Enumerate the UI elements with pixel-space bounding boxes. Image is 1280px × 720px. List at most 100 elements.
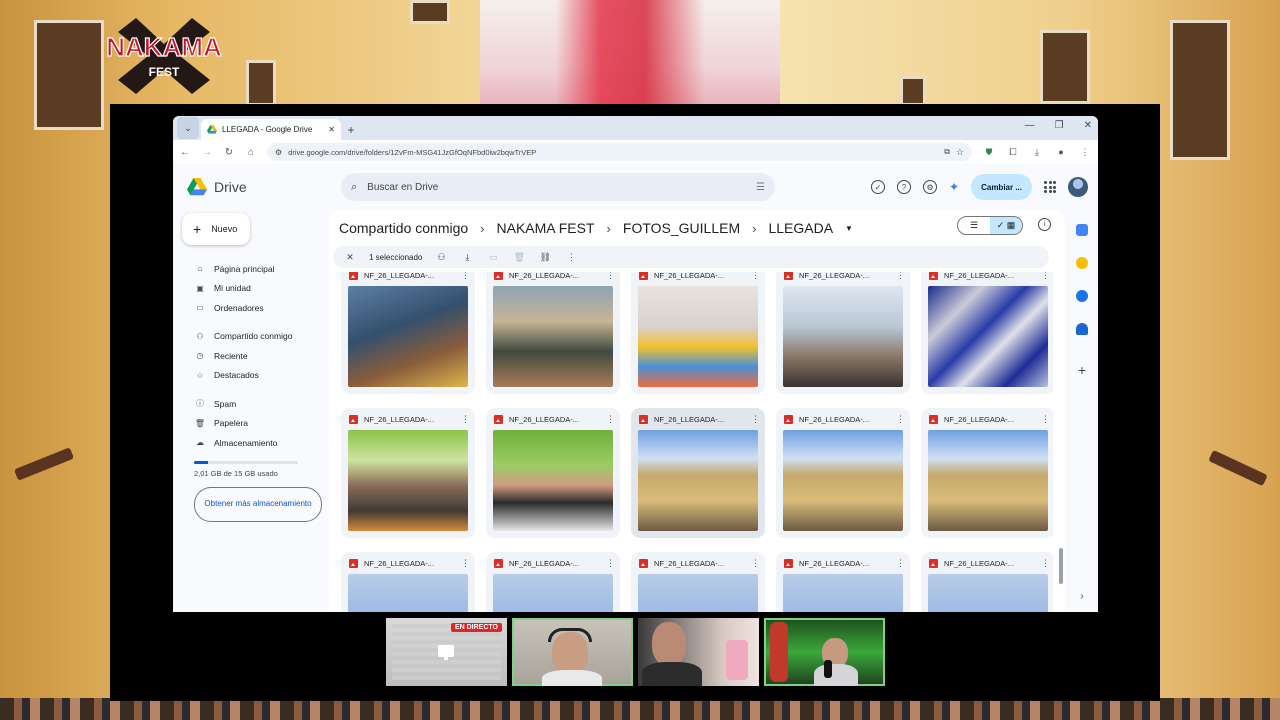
google-apps-icon[interactable]	[1044, 181, 1056, 193]
link-icon[interactable]: ⛓	[538, 252, 552, 263]
more-options-icon[interactable]: ⋮	[896, 272, 905, 281]
sidebar-item-recent[interactable]: ◷ Reciente	[182, 346, 329, 366]
tab-search-button[interactable]: ⌄	[177, 117, 199, 139]
browser-menu-icon[interactable]: ⋮	[1078, 147, 1092, 158]
file-card[interactable]: NF_26_LLEGADA-... ⋮	[341, 552, 475, 612]
file-thumbnail[interactable]	[493, 430, 613, 531]
file-card[interactable]: NF_26_LLEGADA-... ⋮	[341, 408, 475, 538]
sidebar-item-storage[interactable]: ☁ Almacenamiento	[182, 433, 329, 453]
bookmark-star-icon[interactable]: ☆	[956, 147, 964, 158]
search-icon[interactable]: ⌕	[351, 181, 357, 194]
tasks-icon[interactable]	[1076, 290, 1088, 302]
grid-view-button[interactable]: ✓ ▦	[990, 217, 1022, 234]
switch-account-button[interactable]: Cambiar ...	[971, 174, 1032, 200]
file-thumbnail[interactable]	[348, 286, 468, 387]
restore-icon[interactable]: ❐	[1055, 120, 1064, 131]
close-tab-icon[interactable]: ✕	[328, 125, 335, 134]
drive-logo[interactable]: Drive	[187, 178, 327, 196]
more-options-icon[interactable]: ⋮	[461, 558, 470, 569]
clear-selection-icon[interactable]: ✕	[343, 252, 357, 263]
file-card[interactable]: NF_26_LLEGADA-... ⋮	[921, 272, 1053, 394]
sidebar-item-computers[interactable]: ▭ Ordenadores	[182, 298, 329, 318]
gemini-icon[interactable]: ✦	[949, 180, 959, 194]
file-card[interactable]: NF_26_LLEGADA-... ⋮	[776, 552, 910, 612]
file-thumbnail[interactable]	[348, 430, 468, 531]
site-info-icon[interactable]: ⚙	[275, 148, 282, 157]
file-card[interactable]: NF_26_LLEGADA-... ⋮	[921, 552, 1053, 612]
chevron-right-icon[interactable]: ›	[1080, 591, 1083, 602]
more-options-icon[interactable]: ⋮	[1041, 558, 1050, 569]
breadcrumb-current-folder[interactable]: LLEGADA	[768, 220, 833, 236]
search-bar[interactable]: ⌕ Buscar en Drive ☰	[341, 173, 775, 201]
file-card[interactable]: NF_26_LLEGADA-... ⋮	[776, 272, 910, 394]
more-options-icon[interactable]: ⋮	[1041, 272, 1050, 281]
sidebar-item-trash[interactable]: 🗑 Papelera	[182, 414, 329, 434]
webcam-tile-3[interactable]	[764, 618, 885, 686]
file-card[interactable]: NF_26_LLEGADA-... ⋮	[486, 408, 620, 538]
get-more-storage-button[interactable]: Obtener más almacenamiento	[194, 486, 322, 522]
new-button[interactable]: + Nuevo	[182, 213, 250, 245]
more-options-icon[interactable]: ⋮	[896, 414, 905, 425]
more-options-icon[interactable]: ⋮	[751, 558, 760, 569]
install-app-icon[interactable]: ⧉	[944, 147, 950, 157]
close-window-icon[interactable]: ✕	[1084, 120, 1092, 131]
more-options-icon[interactable]: ⋮	[606, 272, 615, 281]
share-icon[interactable]: ⚇	[434, 252, 448, 263]
download-icon[interactable]: ⤓	[1030, 147, 1044, 158]
home-browser-icon[interactable]: ⌂	[245, 147, 257, 158]
sidebar-item-home[interactable]: ⌂ Página principal	[182, 259, 329, 279]
more-options-icon[interactable]: ⋮	[751, 272, 760, 281]
webcam-tile-2[interactable]	[638, 618, 759, 686]
file-card[interactable]: NF_26_LLEGADA-... ⋮	[631, 552, 765, 612]
file-card[interactable]: NF_26_LLEGADA-... ⋮	[486, 552, 620, 612]
file-card[interactable]: NF_26_LLEGADA-... ⋮	[631, 408, 765, 538]
avatar[interactable]	[1068, 177, 1088, 197]
sidebar-item-my-drive[interactable]: ▣ Mi unidad	[182, 279, 329, 299]
scrollbar[interactable]	[1057, 272, 1065, 602]
new-tab-button[interactable]: +	[341, 119, 361, 140]
file-thumbnail[interactable]	[928, 574, 1048, 612]
keep-icon[interactable]	[1076, 257, 1088, 269]
file-thumbnail[interactable]	[493, 286, 613, 387]
offline-status-icon[interactable]: ✓	[871, 180, 886, 194]
contacts-icon[interactable]	[1076, 323, 1088, 335]
more-actions-icon[interactable]: ⋮	[564, 252, 578, 263]
sidebar-item-spam[interactable]: ⓘ Spam	[182, 394, 329, 414]
extensions-icon[interactable]: ⧠	[1006, 147, 1020, 158]
breadcrumb-item[interactable]: Compartido conmigo	[339, 220, 468, 236]
more-options-icon[interactable]: ⋮	[606, 558, 615, 569]
scrollbar-thumb[interactable]	[1059, 548, 1063, 584]
more-options-icon[interactable]: ⋮	[461, 414, 470, 425]
file-card[interactable]: NF_26_LLEGADA-... ⋮	[921, 408, 1053, 538]
webcam-tile-1[interactable]	[512, 618, 633, 686]
more-options-icon[interactable]: ⋮	[461, 272, 470, 281]
minimize-icon[interactable]: —	[1025, 120, 1035, 131]
calendar-icon[interactable]	[1076, 224, 1088, 236]
reload-icon[interactable]: ↻	[223, 147, 235, 158]
file-thumbnail[interactable]	[783, 574, 903, 612]
settings-gear-icon[interactable]: ⚙	[923, 180, 938, 194]
move-icon[interactable]: ▭	[486, 252, 500, 263]
file-thumbnail[interactable]	[638, 574, 758, 612]
breadcrumb-item[interactable]: NAKAMA FEST	[497, 220, 595, 236]
url-field[interactable]: ⚙ drive.google.com/drive/folders/1ZvFm-M…	[267, 143, 972, 161]
dropdown-arrow-icon[interactable]: ▼	[845, 224, 853, 233]
forward-icon[interactable]: →	[201, 147, 213, 158]
browser-tab[interactable]: LLEGADA - Google Drive ✕	[201, 119, 341, 140]
file-card[interactable]: NF_26_LLEGADA-... ⋮	[486, 272, 620, 394]
file-thumbnail[interactable]	[348, 574, 468, 612]
file-thumbnail[interactable]	[928, 286, 1048, 387]
add-addon-icon[interactable]: +	[1078, 362, 1086, 378]
back-icon[interactable]: ←	[179, 147, 191, 158]
more-options-icon[interactable]: ⋮	[1041, 414, 1050, 425]
list-view-button[interactable]: ☰	[958, 217, 990, 234]
trash-icon[interactable]: 🗑	[512, 252, 526, 263]
file-thumbnail[interactable]	[783, 430, 903, 531]
breadcrumb-item[interactable]: FOTOS_GUILLEM	[623, 220, 740, 236]
more-options-icon[interactable]: ⋮	[751, 414, 760, 425]
file-thumbnail[interactable]	[493, 574, 613, 612]
search-options-icon[interactable]: ☰	[756, 182, 765, 193]
file-thumbnail[interactable]	[638, 286, 758, 387]
help-icon[interactable]: ?	[897, 180, 912, 194]
screen-share-tile[interactable]: EN DIRECTO	[386, 618, 507, 686]
